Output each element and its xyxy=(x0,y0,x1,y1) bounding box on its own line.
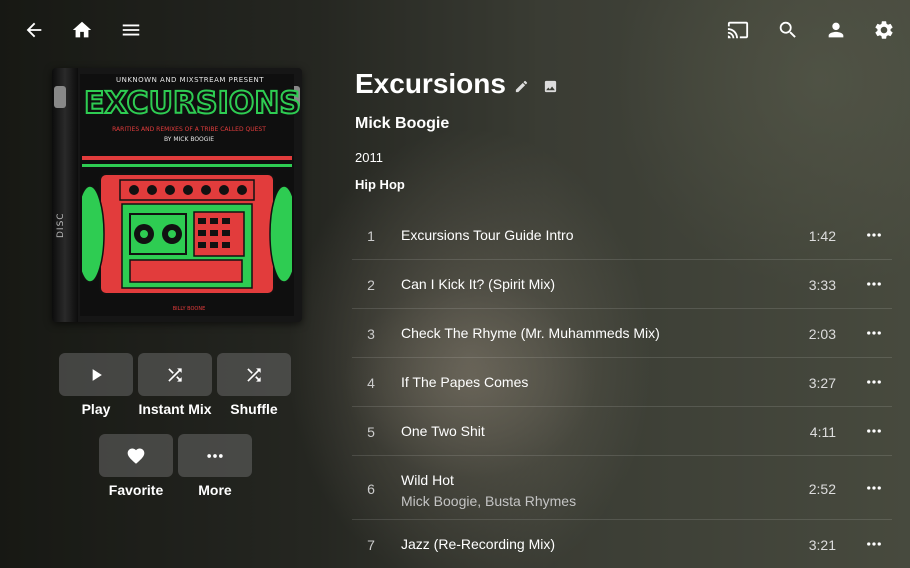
hamburger-menu-icon xyxy=(122,24,140,36)
play-label: Play xyxy=(81,401,111,417)
album-year: 2011 xyxy=(355,150,383,165)
favorite-button[interactable]: Favorite xyxy=(99,434,173,498)
more-horizontal-icon xyxy=(867,542,881,546)
track-title: Can I Kick It? (Spirit Mix) xyxy=(401,276,556,292)
track-number: 2 xyxy=(367,277,375,293)
user-button[interactable] xyxy=(818,12,854,48)
track-duration: 4:11 xyxy=(809,424,836,440)
play-button[interactable]: Play xyxy=(59,353,133,417)
track-number: 4 xyxy=(367,375,375,391)
cover-spine-text: DISC xyxy=(56,212,66,238)
track-duration: 3:27 xyxy=(808,375,836,391)
instant-mix-button[interactable]: Instant Mix xyxy=(138,353,212,417)
track-title: One Two Shit xyxy=(401,423,485,439)
shuffle-icon xyxy=(247,367,261,382)
more-button-box[interactable] xyxy=(178,434,252,477)
track-row[interactable]: 2 Can I Kick It? (Spirit Mix) 3:33 xyxy=(352,260,892,309)
cover-subtitle-text: RARITIES AND REMIXES OF A TRIBE CALLED Q… xyxy=(112,126,266,133)
favorite-label: Favorite xyxy=(108,482,164,498)
cd-case-hinge xyxy=(54,86,66,108)
track-more-button[interactable] xyxy=(862,532,886,556)
track-title: Jazz (Re-Recording Mix) xyxy=(401,536,556,552)
cover-footer-text: BILLY BOONE xyxy=(172,306,206,312)
favorite-button-box[interactable] xyxy=(99,434,173,477)
track-row[interactable]: 3 Check The Rhyme (Mr. Muhammeds Mix) 2:… xyxy=(352,309,892,358)
search-button[interactable] xyxy=(770,12,806,48)
more-horizontal-icon xyxy=(867,282,881,286)
more-horizontal-icon xyxy=(867,331,881,335)
track-more-button[interactable] xyxy=(862,419,886,443)
track-title: Excursions Tour Guide Intro xyxy=(401,227,574,243)
more-horizontal-icon xyxy=(867,486,881,490)
play-icon xyxy=(92,368,102,381)
image-icon xyxy=(544,80,556,92)
track-duration: 1:42 xyxy=(808,228,836,244)
pencil-icon xyxy=(515,80,527,92)
settings-button[interactable] xyxy=(866,12,902,48)
shuffle-button[interactable]: Shuffle xyxy=(217,353,291,417)
track-title: If The Papes Comes xyxy=(401,374,529,390)
more-horizontal-icon xyxy=(207,453,223,458)
play-button-box[interactable] xyxy=(59,353,133,396)
track-more-button[interactable] xyxy=(862,272,886,296)
track-row[interactable]: 4 If The Papes Comes 3:27 xyxy=(352,358,892,407)
track-number: 7 xyxy=(367,537,375,553)
track-more-button[interactable] xyxy=(862,370,886,394)
cover-title-text: EXCURSIONS xyxy=(83,85,302,122)
album-genre-link[interactable]: Hip Hop xyxy=(355,177,405,192)
instant-mix-button-box[interactable] xyxy=(138,353,212,396)
user-icon xyxy=(828,22,844,38)
track-number: 3 xyxy=(367,326,375,342)
gear-icon xyxy=(875,21,893,39)
edit-images-button[interactable] xyxy=(541,77,559,95)
menu-button[interactable] xyxy=(113,12,149,48)
track-more-button[interactable] xyxy=(862,321,886,345)
track-row[interactable]: 1 Excursions Tour Guide Intro 1:42 xyxy=(352,211,892,260)
cast-button[interactable] xyxy=(720,12,756,48)
heart-icon xyxy=(127,448,145,464)
album-artist-link[interactable]: Mick Boogie xyxy=(355,115,449,133)
track-more-button[interactable] xyxy=(862,223,886,247)
cover-presenter-text: UNKNOWN AND MIXSTREAM PRESENT xyxy=(115,76,265,84)
cast-icon xyxy=(727,21,749,39)
boombox-illustration xyxy=(82,156,292,295)
track-number: 5 xyxy=(367,424,375,440)
top-bar xyxy=(0,0,910,60)
shuffle-label: Shuffle xyxy=(230,401,278,417)
arrow-left-icon xyxy=(26,22,42,38)
more-horizontal-icon xyxy=(867,429,881,433)
more-horizontal-icon xyxy=(867,233,881,237)
more-button[interactable]: More xyxy=(178,434,252,498)
album-cover[interactable]: DISC UNKNOWN AND MIXSTREAM PRESENT EXCUR… xyxy=(52,68,302,322)
track-duration: 3:21 xyxy=(808,537,836,553)
more-label: More xyxy=(198,482,232,498)
instant-mix-label: Instant Mix xyxy=(138,401,212,417)
more-horizontal-icon xyxy=(867,380,881,384)
track-title: Check The Rhyme (Mr. Muhammeds Mix) xyxy=(401,325,660,341)
album-title: Excursions xyxy=(355,68,506,99)
track-row[interactable]: 5 One Two Shit 4:11 xyxy=(352,407,892,456)
track-row[interactable]: 7 Jazz (Re-Recording Mix) 3:21 xyxy=(352,520,892,568)
track-duration: 2:03 xyxy=(808,326,836,342)
edit-button[interactable] xyxy=(512,77,530,95)
track-more-button[interactable] xyxy=(862,476,886,500)
home-button[interactable] xyxy=(64,12,100,48)
track-number: 1 xyxy=(367,228,375,244)
search-icon xyxy=(779,21,796,38)
cover-by-text: BY MICK BOOGIE xyxy=(163,136,214,143)
track-list: 1 Excursions Tour Guide Intro 1:42 2 Can… xyxy=(352,211,892,568)
shuffle-icon xyxy=(168,367,182,382)
back-button[interactable] xyxy=(16,12,52,48)
track-number: 6 xyxy=(367,481,375,497)
home-icon xyxy=(72,21,92,38)
track-duration: 3:33 xyxy=(808,277,836,293)
track-title: Wild Hot xyxy=(401,472,454,488)
track-row[interactable]: 6 Wild Hot Mick Boogie, Busta Rhymes 2:5… xyxy=(352,456,892,520)
track-duration: 2:52 xyxy=(808,481,836,497)
shuffle-button-box[interactable] xyxy=(217,353,291,396)
track-artists: Mick Boogie, Busta Rhymes xyxy=(401,493,577,509)
